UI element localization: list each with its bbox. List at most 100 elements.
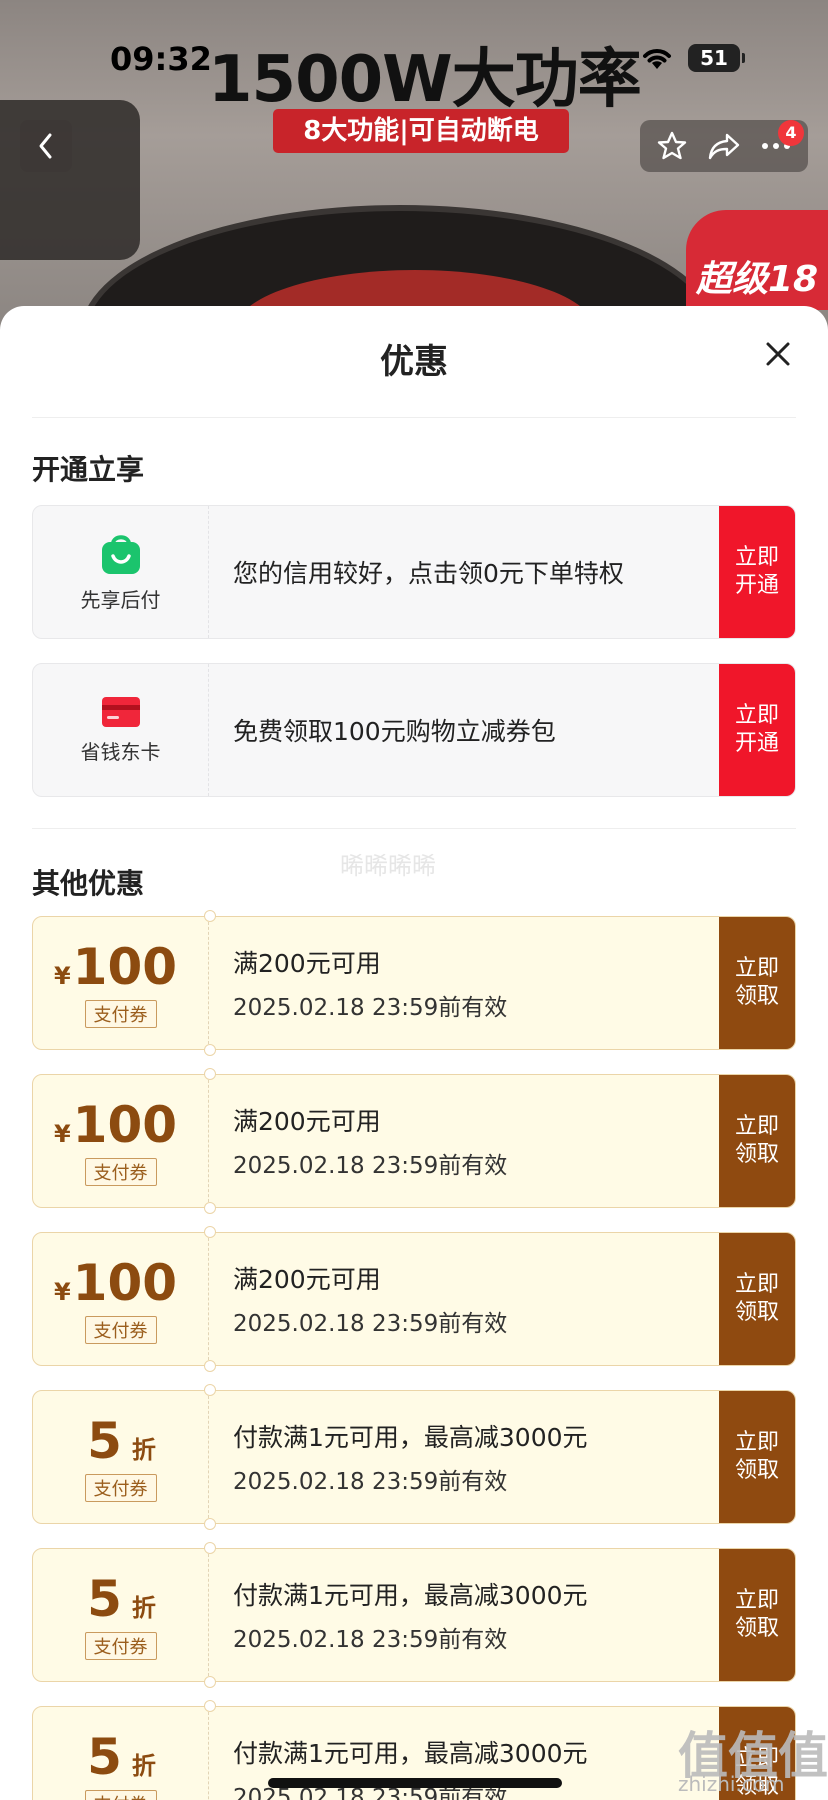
coupon-amount: ¥100 (54, 938, 187, 996)
coupon-amount: 5折 (85, 1570, 156, 1628)
coupon-expiry: 2025.02.18 23:59前有效 (233, 1153, 508, 1179)
coupon-notch (204, 910, 216, 922)
close-icon (766, 342, 790, 366)
coupon-notch (204, 1202, 216, 1214)
close-button[interactable] (760, 336, 796, 372)
cta-line2: 领取 (734, 1300, 779, 1325)
shopping-bag-icon (101, 534, 140, 574)
coupon-notch (204, 1044, 216, 1056)
coupon-unit: 折 (131, 1594, 156, 1622)
divider (32, 417, 796, 418)
coupon-card[interactable]: ¥100 支付券 满200元可用 2025.02.18 23:59前有效 立即领取 (32, 1232, 796, 1366)
cta-line2: 开通 (734, 573, 779, 598)
notification-badge: 4 (778, 120, 804, 146)
coupon-card[interactable]: 5折支付券付款满1元可用，最高减3000元2025.02.18 23:59前有效… (32, 1390, 796, 1524)
more-button[interactable]: 4 (756, 120, 804, 166)
discount-sheet: 优惠 开通立享 先享后付 您的信用较好，点击领0元下单特权 立即 开通 省钱东卡… (0, 306, 828, 1800)
coupon-condition: 满200元可用 (233, 949, 381, 978)
coupon-condition: 付款满1元可用，最高减3000元 (233, 1581, 588, 1610)
coupon-number: 5 (87, 1728, 122, 1786)
cta-line1: 立即 (734, 545, 779, 570)
cta-line1: 立即 (734, 1272, 779, 1297)
coupon-number: 5 (87, 1570, 122, 1628)
coupon-type-tag: 支付券 (84, 1632, 157, 1660)
coupon-card[interactable]: ¥100 支付券 满200元可用 2025.02.18 23:59前有效 立即 领取 (32, 1074, 796, 1208)
sheet-title: 优惠 (380, 342, 448, 382)
coupon-condition: 付款满1元可用，最高减3000元 (233, 1423, 588, 1452)
status-icons: 51 (640, 44, 745, 72)
coupon-notch (204, 1700, 216, 1712)
coupon-number: 100 (72, 1096, 178, 1154)
coupon-condition: 付款满1元可用，最高减3000元 (233, 1739, 588, 1768)
cta-line2: 领取 (734, 1616, 779, 1641)
currency-symbol: ¥ (53, 962, 71, 990)
coupon-notch (204, 1068, 216, 1080)
coupon-card[interactable]: 5折支付券付款满1元可用，最高减3000元2025.02.18 23:59前有效… (32, 1548, 796, 1682)
benefit-card-jd-card[interactable]: 省钱东卡 免费领取100元购物立减券包 立即 开通 (32, 663, 796, 797)
benefit-text: 您的信用较好，点击领0元下单特权 (233, 559, 624, 588)
coupon-body: 满200元可用 2025.02.18 23:59前有效 (209, 1233, 719, 1365)
back-button[interactable] (20, 120, 72, 172)
cta-line1: 立即 (734, 1430, 779, 1455)
activate-button[interactable]: 立即 开通 (719, 664, 795, 796)
coupon-notch (204, 1384, 216, 1396)
cta-line2: 领取 (734, 984, 779, 1009)
coupon-amount: 5折 (85, 1412, 156, 1470)
home-indicator (268, 1778, 562, 1788)
section-title-other: 其他优惠 (32, 867, 145, 900)
coupon-expiry: 2025.02.18 23:59前有效 (233, 1627, 508, 1653)
divider (32, 828, 796, 829)
benefit-text: 免费领取100元购物立减券包 (233, 717, 556, 746)
coupon-number: 100 (72, 938, 178, 996)
coupon-value: 5折支付券 (33, 1549, 209, 1681)
coupon-expiry: 2025.02.18 23:59前有效 (233, 1311, 508, 1337)
coupon-amount: 5折 (85, 1728, 156, 1786)
benefit-body: 免费领取100元购物立减券包 (209, 664, 719, 796)
hero-title: 1500W大功率 (208, 43, 642, 117)
coupon-amount: ¥100 (54, 1254, 187, 1312)
coupon-notch (204, 1542, 216, 1554)
claim-button[interactable]: 立即 领取 (719, 1075, 795, 1207)
coupon-body: 满200元可用 2025.02.18 23:59前有效 (209, 1075, 719, 1207)
coupon-card[interactable]: ¥100 支付券 满200元可用 2025.02.18 23:59前有效 立即领取 (32, 916, 796, 1050)
watermark: 晞晞晞晞 (340, 852, 436, 880)
coupon-body: 付款满1元可用，最高减3000元 2025.02.18 23:59前有效 (209, 1391, 719, 1523)
section-title-open: 开通立享 (32, 453, 145, 486)
activate-button[interactable]: 立即 开通 (719, 506, 795, 638)
star-icon (657, 131, 687, 160)
coupon-expiry: 2025.02.18 23:59前有效 (233, 995, 508, 1021)
coupon-number: 5 (87, 1412, 122, 1470)
claim-button[interactable]: 立即 领取 (719, 1549, 795, 1681)
favorite-button[interactable] (652, 126, 692, 166)
claim-button[interactable]: 立即 领取 (719, 917, 795, 1049)
coupon-expiry: 2025.02.18 23:59前有效 (233, 1469, 508, 1495)
benefit-card-left: 省钱东卡 (33, 664, 209, 796)
coupon-value: 5折支付券 (33, 1391, 209, 1523)
claim-button[interactable]: 立即 领取 (719, 1233, 795, 1365)
coupon-value: ¥100 支付券 (33, 1233, 209, 1365)
coupon-notch (204, 1360, 216, 1372)
coupon-type-tag: 支付券 (84, 1158, 157, 1186)
share-button[interactable] (704, 126, 744, 166)
coupon-type-tag: 支付券 (84, 1790, 157, 1800)
cta-line2: 领取 (734, 1142, 779, 1167)
battery-icon: 51 (688, 44, 745, 72)
cta-line2: 领取 (734, 1458, 779, 1483)
top-toolbar: 4 (640, 120, 808, 172)
benefit-card-pay-later[interactable]: 先享后付 您的信用较好，点击领0元下单特权 立即 开通 (32, 505, 796, 639)
cta-line1: 立即 (734, 703, 779, 728)
coupon-unit: 折 (131, 1436, 156, 1464)
claim-button[interactable]: 立即 领取 (719, 1391, 795, 1523)
coupon-type-tag: 支付券 (84, 1316, 157, 1344)
promo-badge: 超级18 (686, 210, 828, 310)
coupon-type-tag: 支付券 (84, 1000, 157, 1028)
card-icon (101, 696, 140, 727)
cta-line1: 立即 (734, 956, 779, 981)
wifi-icon (643, 49, 671, 69)
currency-symbol: ¥ (53, 1120, 71, 1148)
status-time: 09:32 (110, 40, 212, 78)
coupon-condition: 满200元可用 (233, 1107, 381, 1136)
coupon-body: 满200元可用 2025.02.18 23:59前有效 (209, 917, 719, 1049)
hero-feature-tag: 8大功能|可自动断电 (273, 109, 569, 153)
coupon-type-tag: 支付券 (84, 1474, 157, 1502)
